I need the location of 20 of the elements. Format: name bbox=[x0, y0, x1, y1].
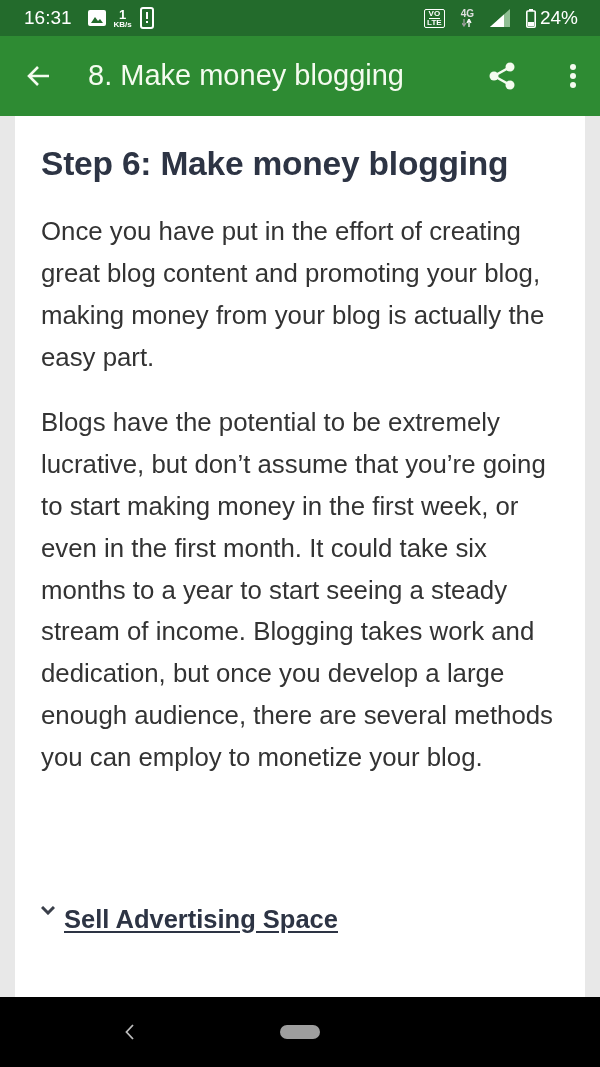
share-icon[interactable] bbox=[489, 62, 515, 90]
chevron-down-icon[interactable] bbox=[41, 905, 55, 915]
article-paragraph: Once you have put in the effort of creating great blog content and promoting your blog, making money from your blog is actually the easy part. bbox=[41, 216, 546, 373]
battery-icon bbox=[525, 8, 536, 28]
back-arrow-icon[interactable] bbox=[26, 65, 50, 87]
back-nav-icon[interactable] bbox=[125, 1024, 134, 1040]
article-paragraph: Blogs have the potential to be extremely lucrative, but don’t assume that you’re going to start making money in the first week, or even in the first month. It could take six months to a year to start seeing a steady stream of income. Blogging takes work and dedication, but once you develop a large enough audience, there are several methods you can employ to monetize your blog. bbox=[41, 407, 554, 773]
app-bar-title: 8. Make money blogging bbox=[88, 58, 404, 94]
more-options-icon[interactable] bbox=[570, 64, 576, 88]
phone-alert-icon bbox=[139, 7, 154, 29]
image-icon bbox=[87, 10, 106, 26]
volte-indicator: VO LTE bbox=[424, 8, 445, 28]
home-pill-icon[interactable] bbox=[280, 1025, 320, 1039]
network-speed: 1 KB/s bbox=[113, 7, 132, 29]
section-link[interactable]: Sell Advertising Space bbox=[64, 899, 338, 938]
clock-time: 16:31 bbox=[24, 5, 72, 30]
network-type: 4G bbox=[460, 9, 474, 27]
article-heading: Step 6: Make money blogging bbox=[41, 144, 510, 184]
battery-percentage: 24% bbox=[539, 5, 578, 30]
signal-icon bbox=[489, 9, 510, 27]
